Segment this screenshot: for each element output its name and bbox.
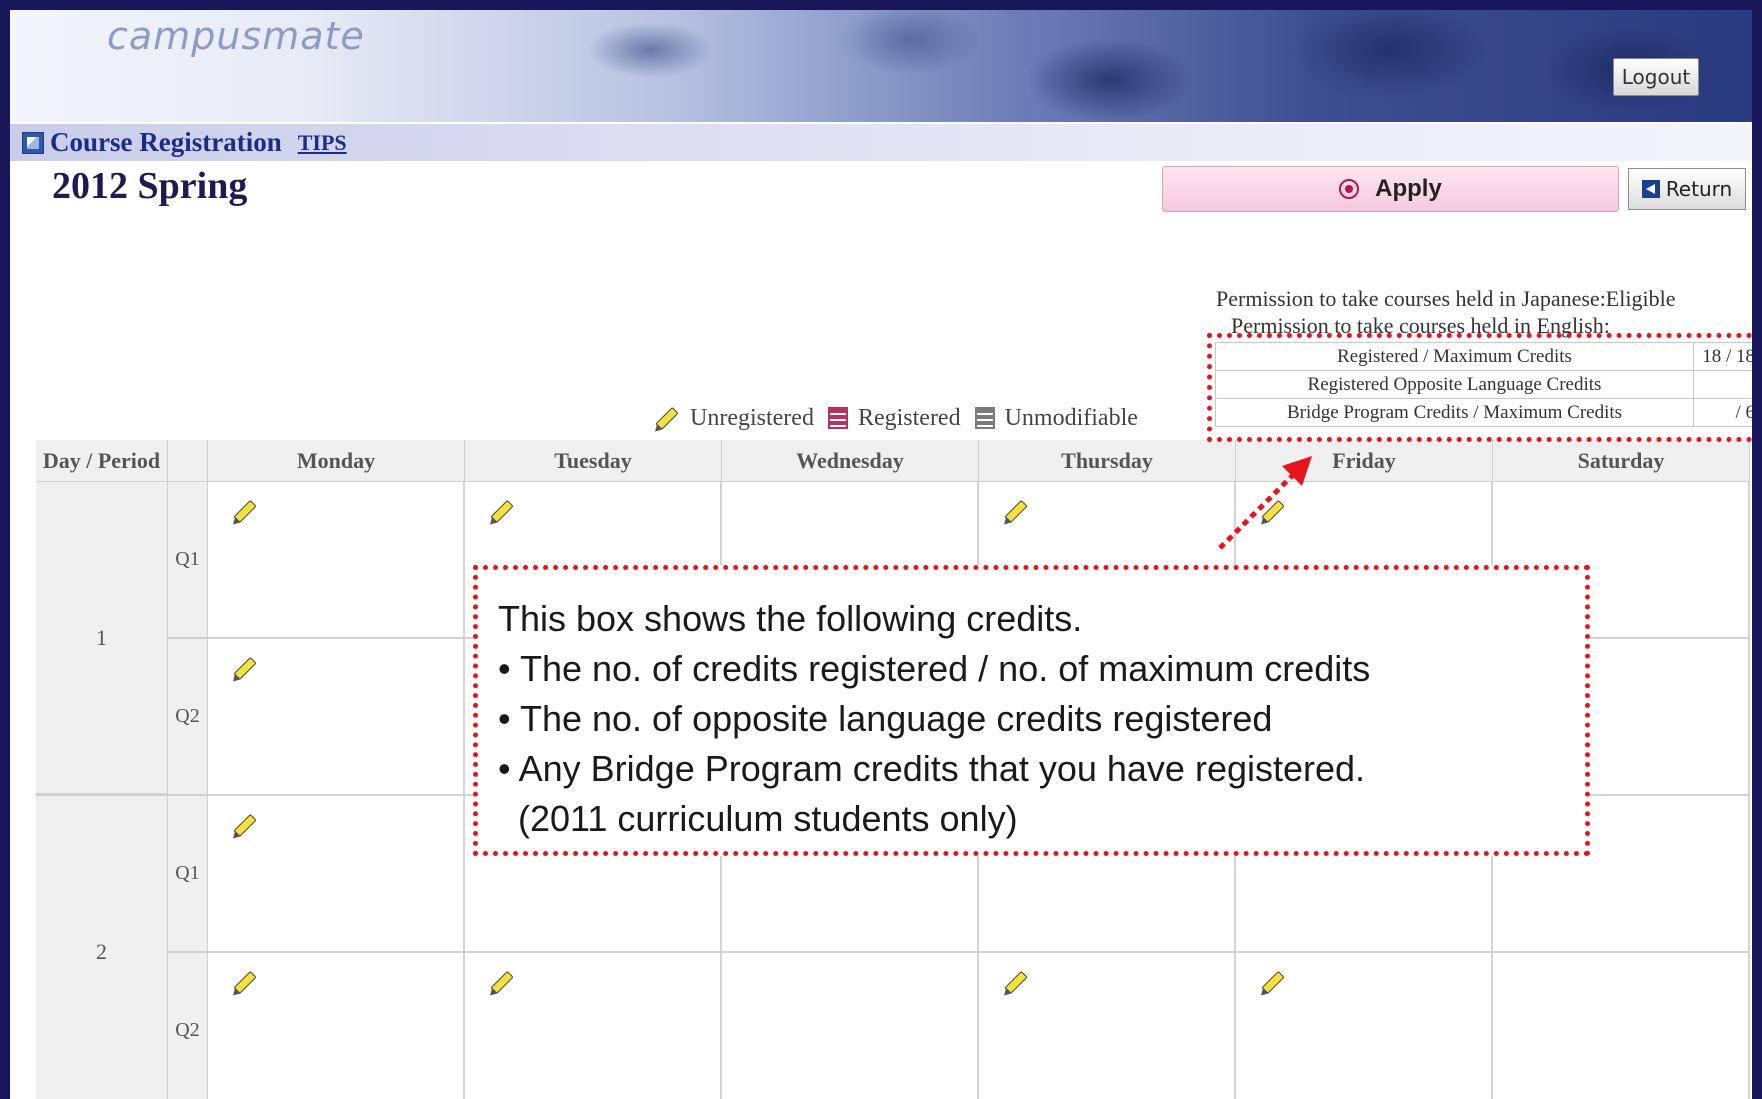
annotation-arrow (1218, 456, 1312, 550)
callout-line: • The no. of credits registered / no. of… (498, 648, 1371, 689)
callout-line: (2011 curriculum students only) (498, 798, 1018, 839)
callout-line: • Any Bridge Program credits that you ha… (498, 748, 1366, 789)
callout-line: • The no. of opposite language credits r… (498, 698, 1273, 739)
app-window: campusmate Logout Course Registration TI… (0, 0, 1762, 1099)
callout-line: This box shows the following credits. (498, 598, 1083, 639)
annotation-callout: This box shows the following credits. • … (473, 565, 1590, 856)
